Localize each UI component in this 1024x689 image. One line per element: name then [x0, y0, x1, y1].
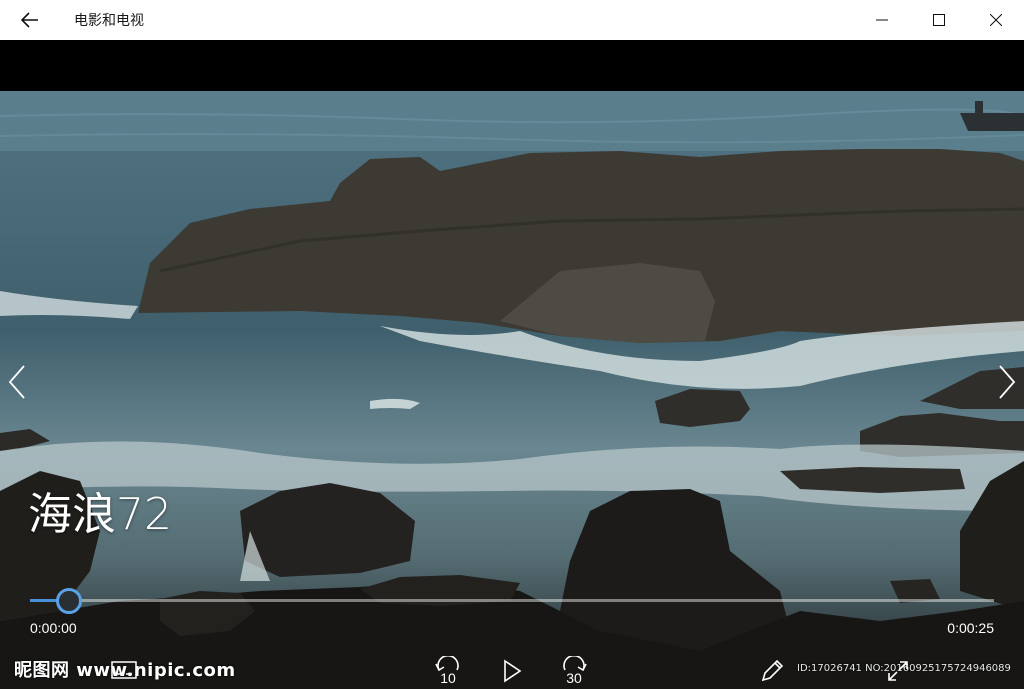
chevron-right-icon	[999, 365, 1016, 399]
app-title: 电影和电视	[74, 13, 144, 29]
subtitles-icon	[111, 660, 137, 679]
edit-button[interactable]	[756, 652, 788, 689]
subtitles-button[interactable]	[108, 652, 140, 689]
elapsed-time: 0:00:00	[30, 620, 77, 636]
skip-forward-seconds: 30	[566, 670, 582, 686]
window-controls	[853, 0, 1024, 40]
skip-back-seconds: 10	[440, 670, 456, 686]
pen-icon	[761, 659, 784, 681]
seek-thumb[interactable]	[55, 588, 82, 614]
letterbox	[0, 40, 1024, 91]
seek-track[interactable]	[30, 599, 994, 602]
play-button[interactable]	[496, 652, 528, 689]
skip-forward-button[interactable]: 30	[554, 652, 594, 689]
skip-back-button[interactable]: 10	[428, 652, 468, 689]
previous-button[interactable]	[6, 362, 30, 402]
seek-bar[interactable]	[30, 588, 994, 614]
fullscreen-button[interactable]	[882, 652, 914, 689]
play-icon	[504, 659, 522, 682]
close-button[interactable]	[967, 0, 1024, 40]
minimize-button[interactable]	[853, 0, 910, 40]
close-icon	[989, 14, 1002, 26]
fullscreen-icon	[888, 660, 908, 681]
title-bar: 电影和电视	[0, 0, 1024, 40]
maximize-button[interactable]	[910, 0, 967, 40]
minimize-icon	[875, 19, 888, 21]
chevron-left-icon	[8, 365, 25, 399]
next-button[interactable]	[994, 362, 1018, 402]
total-time: 0:00:25	[947, 620, 994, 636]
back-arrow-icon	[21, 12, 38, 28]
maximize-icon	[932, 14, 945, 26]
back-button[interactable]	[0, 0, 60, 40]
media-title: 海浪72	[28, 489, 172, 540]
